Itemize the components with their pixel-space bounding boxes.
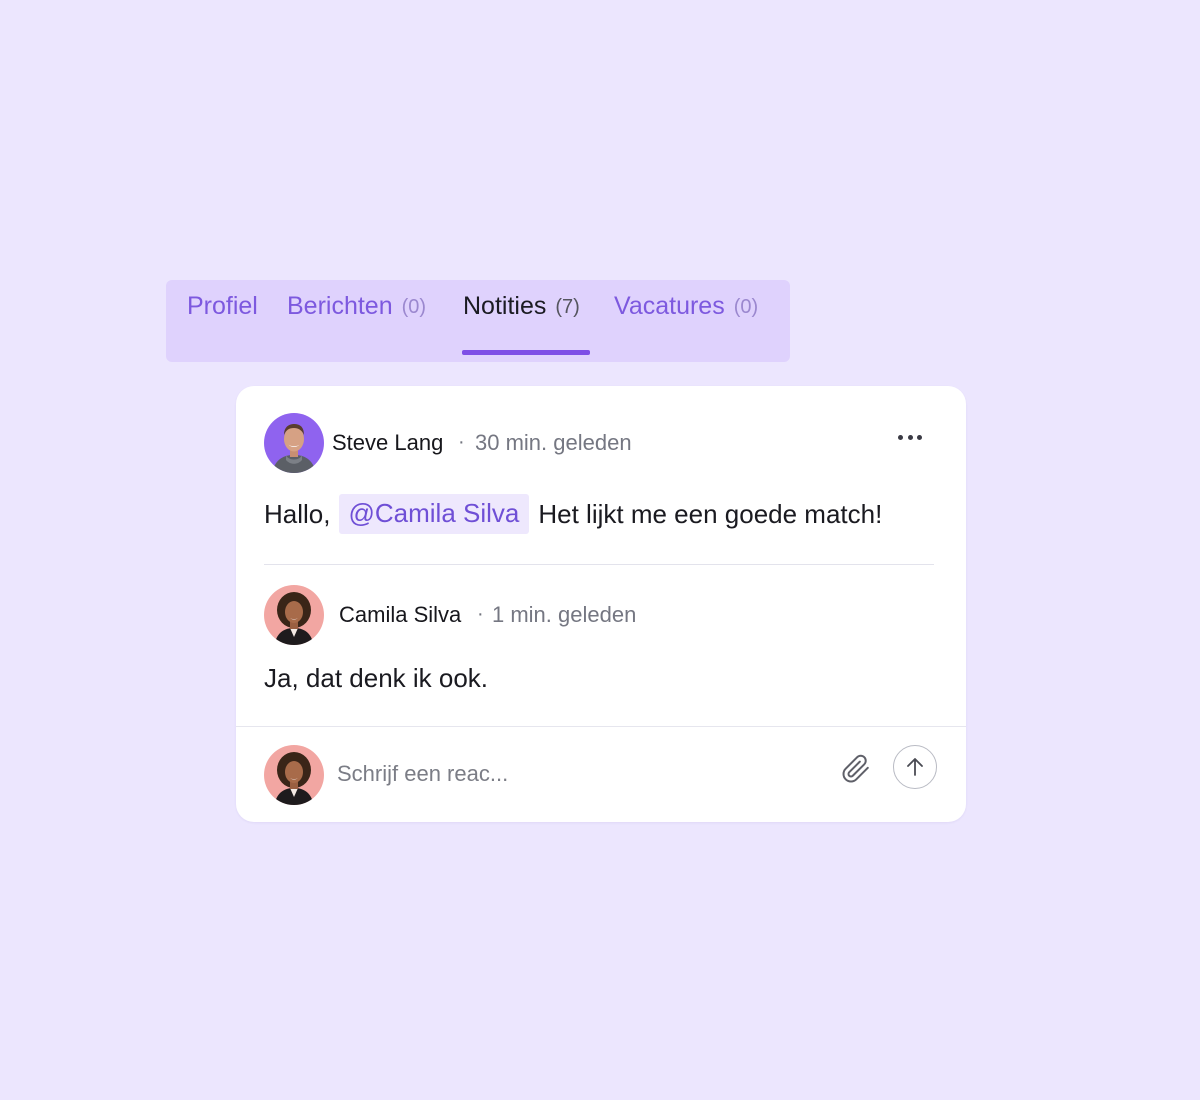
active-tab-indicator xyxy=(462,350,590,355)
comment-separator: · xyxy=(458,431,465,453)
tab-label: Notities xyxy=(463,292,547,320)
comment-text: Hallo, @Camila Silva Het lijkt me een go… xyxy=(264,494,882,534)
send-button[interactable] xyxy=(893,745,937,789)
tab-label: Vacatures xyxy=(614,292,725,320)
notes-card: Steve Lang · 30 min. geleden Hallo, @Cam… xyxy=(236,386,966,822)
attach-button[interactable] xyxy=(838,751,874,787)
more-dot xyxy=(916,434,922,440)
tab-bar: Profiel Berichten (0) Notities (7) Vacat… xyxy=(166,280,790,362)
comment-text-before: Hallo, xyxy=(264,498,331,529)
composer-divider xyxy=(236,726,966,727)
tab-count: (0) xyxy=(401,296,427,318)
tab-profiel[interactable]: Profiel xyxy=(187,280,258,362)
reply-input[interactable] xyxy=(337,756,757,792)
reply-text: Ja, dat denk ik ook. xyxy=(264,658,488,698)
avatar-steve-lang xyxy=(264,413,324,473)
comment-text-after: Het lijkt me een goede match! xyxy=(538,498,883,529)
tab-label: Profiel xyxy=(187,292,258,320)
tab-label: Berichten xyxy=(287,292,393,320)
comment-author: Steve Lang xyxy=(332,430,444,455)
reply-time: 1 min. geleden xyxy=(492,602,637,627)
comment-divider xyxy=(264,564,934,565)
avatar-camila-silva xyxy=(264,585,324,645)
arrow-up-icon xyxy=(907,758,923,776)
avatar-current-user xyxy=(264,745,324,805)
more-horizontal-icon xyxy=(898,434,904,440)
reply-author: Camila Silva xyxy=(339,602,462,627)
paperclip-icon xyxy=(842,754,869,783)
reply-separator: · xyxy=(477,603,484,625)
comment-time: 30 min. geleden xyxy=(475,430,632,455)
more-options-button[interactable] xyxy=(888,422,932,452)
tab-count: (7) xyxy=(555,296,580,318)
tab-count: (0) xyxy=(733,296,759,318)
tab-vacatures[interactable]: Vacatures (0) xyxy=(614,280,758,362)
reply-text-content: Ja, dat denk ik ook. xyxy=(264,662,489,693)
tab-berichten[interactable]: Berichten (0) xyxy=(287,280,426,362)
mention-camila-silva[interactable]: @Camila Silva xyxy=(339,494,530,534)
more-dot xyxy=(907,434,913,440)
